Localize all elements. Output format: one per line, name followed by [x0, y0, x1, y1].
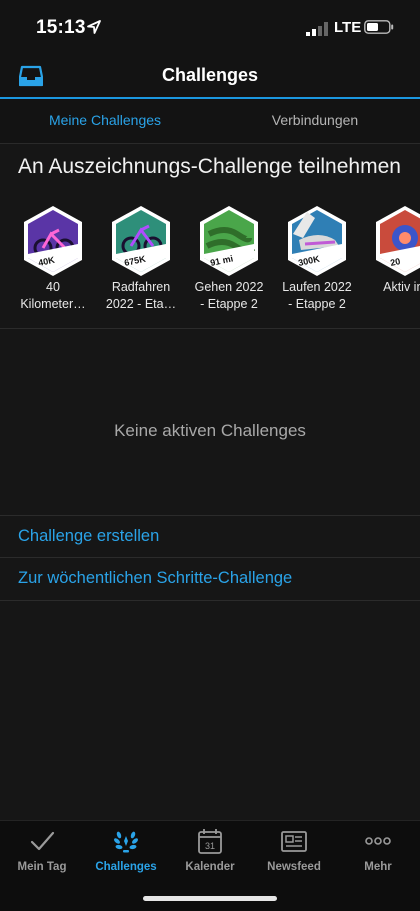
tab-my-challenges[interactable]: Meine Challenges: [0, 112, 210, 128]
nav-label: Mehr: [364, 861, 392, 873]
badge-label-line2: 2022 - Eta…: [105, 297, 177, 311]
calendar-icon: 31: [198, 829, 222, 854]
badge-card[interactable]: 300K Laufen 2022 - Etappe 2: [275, 204, 359, 312]
battery-icon: [364, 20, 394, 34]
calendar-day: 31: [205, 841, 215, 851]
badge-label-line2: - Etappe 2: [200, 297, 258, 311]
badge-label-line1: 40: [46, 280, 60, 294]
cycling-badge-icon: 675K: [112, 206, 170, 276]
nav-label: Mein Tag: [17, 861, 67, 873]
badge-number: 20: [389, 256, 401, 268]
location-arrow-icon: [87, 20, 101, 34]
app-header: Challenges: [0, 56, 420, 98]
weekly-steps-challenge-label[interactable]: Zur wöchentlichen Schritte-Challenge: [18, 569, 292, 588]
nav-label: Challenges: [95, 861, 157, 873]
badge-label-line1: Aktiv im: [383, 280, 420, 294]
status-bar: 15:13 LTE: [0, 0, 420, 56]
walking-badge-icon: 91 mi: [200, 206, 258, 276]
badge-carousel[interactable]: 40K 40 Kilometer… 675K Radfahren 2022 - …: [0, 200, 420, 328]
badge-card[interactable]: 91 mi Gehen 2022 - Etappe 2: [187, 204, 271, 312]
network-type: LTE: [334, 19, 362, 36]
nav-item-challenges[interactable]: Challenges: [84, 827, 168, 873]
nav-label: Newsfeed: [267, 861, 321, 873]
nav-item-more[interactable]: Mehr: [336, 827, 420, 873]
nav-item-my-day[interactable]: Mein Tag: [0, 827, 84, 873]
laurel-icon: [114, 831, 138, 853]
clock: 15:13: [36, 17, 86, 38]
active-badge-icon: 20: [376, 206, 420, 276]
create-challenge-label[interactable]: Challenge erstellen: [18, 527, 159, 546]
checkmark-icon: [30, 831, 55, 851]
cycling-badge-icon: 40K: [24, 206, 82, 276]
badge-card[interactable]: 20 Aktiv im: [363, 204, 420, 297]
badge-label-line1: Radfahren: [111, 280, 171, 294]
home-indicator[interactable]: [143, 896, 277, 901]
badge-label-line2: Kilometer…: [20, 297, 86, 311]
badge-label-line1: Laufen 2022: [282, 280, 352, 294]
divider: [0, 328, 420, 329]
more-dots-icon: [365, 837, 391, 845]
section-title: An Auszeichnungs-Challenge teilnehmen: [18, 155, 401, 178]
signal-icon: [306, 22, 328, 36]
badge-card[interactable]: 40K 40 Kilometer…: [11, 204, 95, 312]
nav-item-newsfeed[interactable]: Newsfeed: [252, 827, 336, 873]
page-title: Challenges: [161, 65, 259, 85]
nav-label: Kalender: [185, 861, 235, 873]
newspaper-icon: [281, 831, 307, 852]
running-badge-icon: 300K: [288, 206, 346, 276]
tab-connections[interactable]: Verbindungen: [210, 112, 420, 128]
create-challenge-link[interactable]: Challenge erstellen: [0, 515, 420, 558]
nav-item-calendar[interactable]: 31 Kalender: [168, 827, 252, 873]
weekly-steps-challenge-link[interactable]: Zur wöchentlichen Schritte-Challenge: [0, 557, 420, 601]
badge-label-line2: - Etappe 2: [288, 297, 346, 311]
empty-state-text: Keine aktiven Challenges: [114, 421, 306, 440]
badge-card[interactable]: 675K Radfahren 2022 - Eta…: [99, 204, 183, 312]
tab-bar: Meine Challenges Verbindungen: [0, 99, 420, 144]
badge-label-line1: Gehen 2022: [194, 280, 264, 294]
